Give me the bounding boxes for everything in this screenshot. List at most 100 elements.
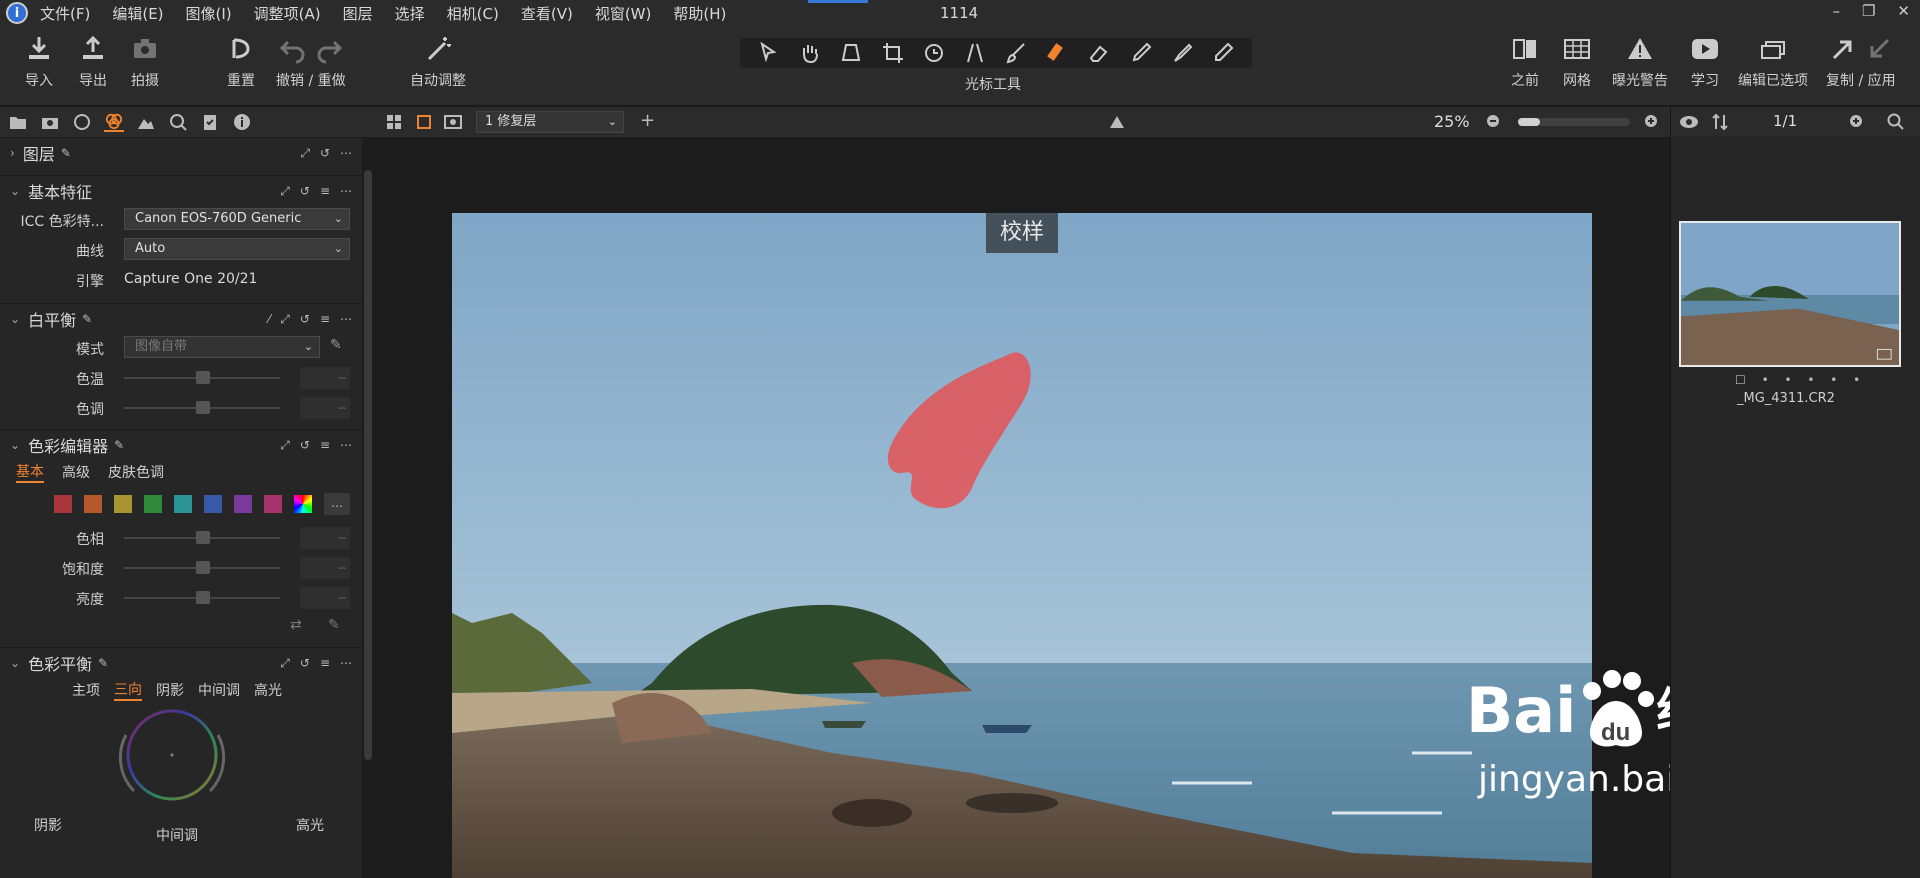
hue-value[interactable]: -- [300, 527, 350, 549]
swatch-blue[interactable] [204, 495, 222, 513]
tab-3-way[interactable]: 三向 [114, 679, 142, 701]
lightness-slider[interactable] [124, 591, 280, 604]
swatch-all[interactable] [294, 495, 312, 513]
tab-advanced[interactable]: 高级 [62, 462, 90, 482]
search-icon[interactable] [1887, 113, 1905, 131]
rotate-icon[interactable] [921, 40, 947, 66]
menu-lines-icon[interactable]: ≡ [320, 656, 330, 671]
reset-small-icon[interactable]: ↺ [300, 312, 310, 327]
expand-icon[interactable]: ⤢ [280, 438, 290, 453]
seaside-photo[interactable] [452, 213, 1592, 878]
zoom-out-icon[interactable] [1486, 114, 1502, 130]
eyedropper-icon[interactable] [1128, 40, 1154, 66]
app-logo-icon[interactable]: i [6, 2, 28, 24]
mask-brush-icon[interactable] [1045, 40, 1071, 66]
reset-button[interactable]: 重置 [226, 34, 256, 90]
tab-highlight[interactable]: 高光 [254, 680, 282, 700]
export-button[interactable]: 导出 [78, 34, 108, 90]
keystone-icon[interactable] [838, 40, 864, 66]
maximize-button[interactable]: ❐ [1862, 2, 1875, 20]
wb-eyedropper-icon[interactable]: ✎ [330, 337, 342, 353]
wb-temp-value[interactable]: -- [300, 367, 350, 389]
swatch-orange[interactable] [84, 495, 102, 513]
rating-stars[interactable]: ☐ • • • • • [1735, 373, 1866, 387]
variant-select[interactable]: 1 修复层 ⌄ [476, 111, 624, 133]
reset-small-icon[interactable]: ↺ [320, 146, 330, 161]
swatch-cyan[interactable] [174, 495, 192, 513]
lens-correction-icon[interactable] [962, 40, 988, 66]
single-view-icon[interactable] [416, 114, 432, 130]
menu-window[interactable]: 视窗(W) [595, 3, 652, 24]
heal-icon[interactable] [1169, 40, 1195, 66]
expand-icon[interactable]: ⤢ [280, 656, 290, 671]
swatch-magenta[interactable] [264, 495, 282, 513]
zoom-slider[interactable] [1518, 118, 1630, 126]
import-button[interactable]: 导入 [24, 34, 54, 90]
color-balance-header[interactable]: ⌄ 色彩平衡 ✎ ⤢ ↺ ≡ ⋯ [0, 647, 362, 677]
proof-view-icon[interactable] [444, 114, 462, 130]
more-icon[interactable]: ⋯ [340, 656, 352, 671]
wb-mode-select[interactable]: 图像自带 ⌄ [124, 336, 320, 358]
add-icon[interactable]: + [640, 110, 655, 131]
slider-knob[interactable] [196, 591, 210, 604]
menu-lines-icon[interactable]: ≡ [320, 312, 330, 327]
edit-selected-button[interactable]: 编辑已选项 [1738, 34, 1808, 90]
slider-knob[interactable] [196, 531, 210, 544]
reset-small-icon[interactable]: ↺ [300, 438, 310, 453]
menu-file[interactable]: 文件(F) [40, 3, 90, 24]
grid-view-icon[interactable] [386, 114, 402, 130]
menu-view[interactable]: 查看(V) [521, 3, 573, 24]
auto-adjust-button[interactable]: 自动调整 [410, 34, 466, 90]
minimize-button[interactable]: – [1832, 2, 1840, 20]
thumbnail[interactable] [1679, 221, 1901, 367]
copy-apply-button[interactable]: 复制 / 应用 [1826, 34, 1896, 90]
color-tab-icon[interactable] [104, 112, 124, 132]
saturation-value[interactable]: -- [300, 557, 350, 579]
close-button[interactable]: ✕ [1897, 2, 1910, 20]
more-icon[interactable]: ⋯ [340, 438, 352, 453]
menu-select[interactable]: 选择 [395, 3, 425, 24]
basic-header[interactable]: ⌄ 基本特征 ⤢ ↺ ≡ ⋯ [0, 175, 362, 205]
hand-icon[interactable] [797, 40, 823, 66]
swatch-yellow[interactable] [114, 495, 132, 513]
swatch-red[interactable] [54, 495, 72, 513]
sort-icon[interactable] [1711, 113, 1729, 131]
select-cursor-icon[interactable] [756, 40, 782, 66]
picker-icon[interactable]: ⁄ [268, 312, 270, 327]
eraser-icon[interactable] [1086, 40, 1112, 66]
capture-tab-icon[interactable] [40, 112, 60, 132]
color-editor-header[interactable]: ⌄ 色彩编辑器 ✎ ⤢ ↺ ≡ ⋯ [0, 429, 362, 459]
wb-tint-value[interactable]: -- [300, 397, 350, 419]
tab-midtone[interactable]: 中间调 [198, 680, 240, 700]
menu-edit[interactable]: 编辑(E) [112, 3, 163, 24]
slider-knob[interactable] [196, 371, 210, 384]
layers-header[interactable]: › 图层 ✎ ⤢ ↺ ⋯ [0, 137, 362, 167]
zoom-level[interactable]: 25% [1434, 112, 1470, 131]
metadata-tab-icon[interactable] [200, 112, 220, 132]
expand-icon[interactable]: ⤢ [280, 184, 290, 199]
lightness-value[interactable]: -- [300, 587, 350, 609]
zoom-slider-fill[interactable] [1518, 118, 1540, 126]
before-button[interactable]: 之前 [1510, 34, 1540, 90]
tab-shadow[interactable]: 阴影 [156, 680, 184, 700]
tab-skin-tone[interactable]: 皮肤色调 [108, 462, 164, 482]
eye-icon[interactable] [1679, 115, 1699, 129]
swatch-purple[interactable] [234, 495, 252, 513]
slider-knob[interactable] [196, 561, 210, 574]
expand-icon[interactable]: ⤢ [280, 312, 290, 327]
left-panel-scrollbar[interactable] [364, 170, 372, 760]
tab-basic[interactable]: 基本 [16, 461, 44, 483]
folder-icon[interactable] [8, 112, 28, 132]
crop-icon[interactable] [880, 40, 906, 66]
menu-image[interactable]: 图像(I) [186, 3, 232, 24]
more-icon[interactable]: ⋯ [340, 146, 352, 161]
wb-tint-slider[interactable] [124, 401, 280, 414]
icc-select[interactable]: Canon EOS-760D Generic ⌄ [124, 208, 350, 230]
undo-redo-button[interactable]: 撤销 / 重做 [276, 34, 346, 90]
tab-master[interactable]: 主项 [72, 680, 100, 700]
saturation-slider[interactable] [124, 561, 280, 574]
expand-icon[interactable]: ⤢ [300, 146, 310, 161]
slider-knob[interactable] [196, 401, 210, 414]
lens-tab-icon[interactable] [72, 112, 92, 132]
menu-help[interactable]: 帮助(H) [673, 3, 726, 24]
